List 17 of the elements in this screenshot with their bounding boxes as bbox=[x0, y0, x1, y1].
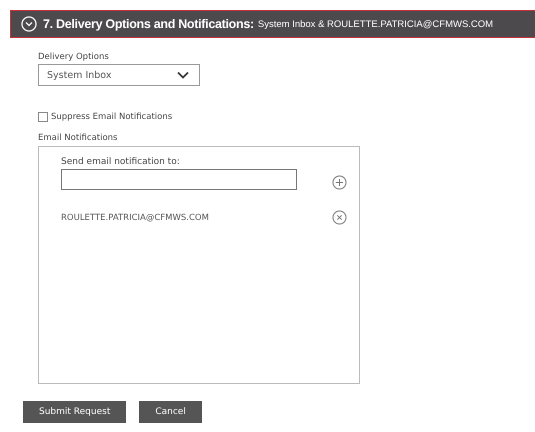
section-summary: System Inbox & ROULETTE.PATRICIA@CFMWS.COM bbox=[258, 18, 494, 30]
delivery-select[interactable]: System Inbox bbox=[38, 64, 200, 86]
cancel-button[interactable]: Cancel bbox=[139, 401, 202, 423]
section-title: 7. Delivery Options and Notifications: bbox=[43, 17, 254, 31]
send-to-label: Send email notification to: bbox=[61, 157, 181, 167]
email-input[interactable] bbox=[61, 168, 297, 190]
submit-button[interactable]: Submit Request bbox=[23, 401, 126, 423]
suppress-checkbox[interactable] bbox=[38, 112, 48, 122]
caret-icon bbox=[177, 71, 189, 79]
section-header[interactable]: 7. Delivery Options and Notifications: System Inbox & ROULETTE.PATRICIA@CFMWS.COM bbox=[10, 10, 535, 38]
delivery-options-label: Delivery Options bbox=[38, 52, 109, 62]
remove-icon[interactable] bbox=[332, 210, 347, 225]
add-icon[interactable] bbox=[332, 175, 347, 190]
collapse-icon[interactable] bbox=[21, 16, 37, 32]
recipient-email: ROULETTE.PATRICIA@CFMWS.COM bbox=[61, 212, 209, 222]
suppress-label: Suppress Email Notifications bbox=[51, 112, 172, 122]
email-notifications-label: Email Notifications bbox=[38, 133, 118, 143]
